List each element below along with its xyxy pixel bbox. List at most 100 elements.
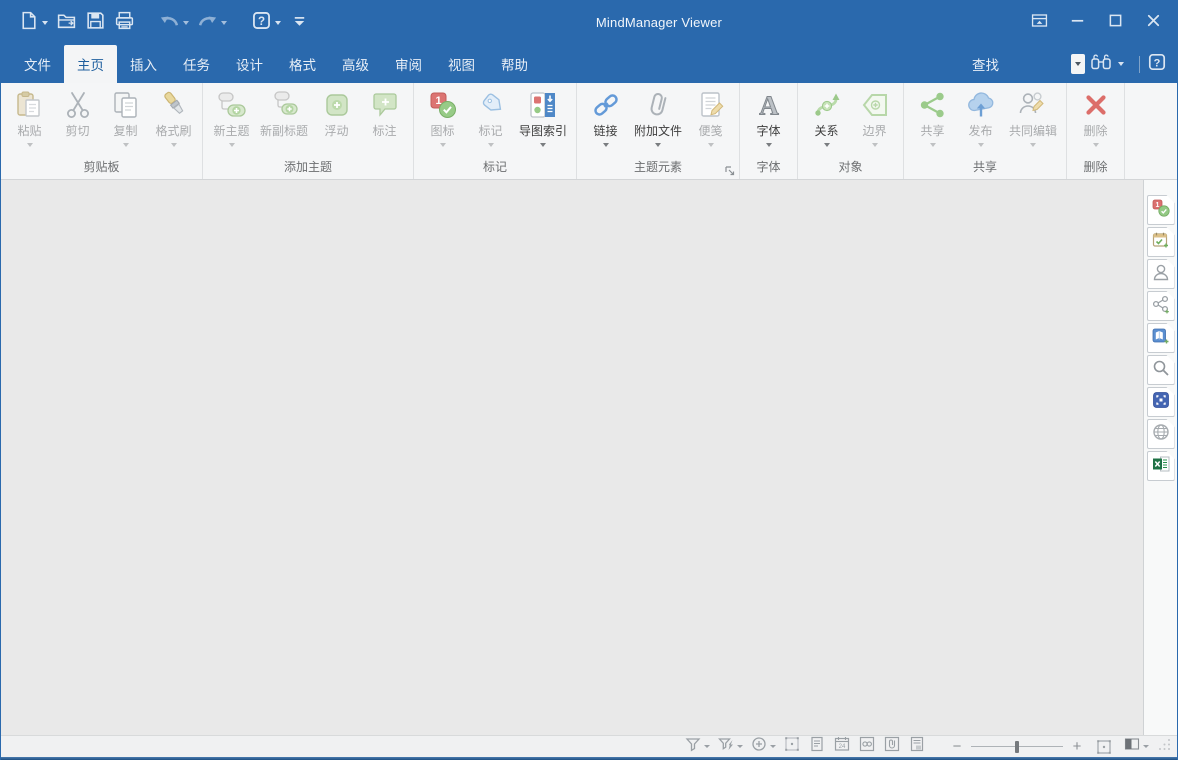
task-info-pane[interactable] [1147, 227, 1175, 257]
zoom-slider-thumb[interactable] [1015, 741, 1019, 753]
markers-group-label: 标记 [419, 158, 571, 179]
quick-add-button[interactable] [750, 735, 776, 758]
open-file-button[interactable] [53, 8, 80, 38]
ribbon: 粘贴剪切复制格式刷剪贴板新主题新副标题浮动标注添加主题1图标标记导图索引标记链接… [1, 83, 1177, 180]
map-index-button[interactable]: 导图索引 [515, 86, 571, 147]
new-document-button[interactable] [15, 8, 51, 38]
tab-task[interactable]: 任务 [170, 45, 223, 83]
paste-icon [14, 89, 46, 121]
status-bar: 24 − + [1, 735, 1177, 757]
boundary-button[interactable]: 边界 [851, 86, 898, 147]
font-button[interactable]: A字体 [745, 86, 792, 147]
task-dates-button[interactable]: 24 [833, 735, 851, 758]
fit-map-button[interactable] [1095, 738, 1113, 756]
icon-markers-button[interactable]: 1图标 [419, 86, 466, 147]
format-painter-button-label: 格式刷 [155, 124, 191, 139]
notes-button[interactable]: 便笺 [687, 86, 734, 147]
undo-button[interactable] [156, 8, 192, 38]
tab-review[interactable]: 审阅 [382, 45, 435, 83]
relationship-button[interactable]: 关系 [803, 86, 850, 147]
paste-button-label: 粘贴 [17, 124, 41, 139]
svg-text:24: 24 [839, 744, 846, 750]
chevron-down-icon [770, 745, 776, 748]
excel-export-pane[interactable] [1147, 451, 1175, 481]
clipboard-group-label: 剪贴板 [6, 158, 197, 179]
help-button[interactable]: ? [248, 8, 284, 38]
new-topic-button-label: 新主题 [213, 124, 249, 139]
link-button[interactable]: 链接 [582, 86, 629, 147]
ribbon-help-button[interactable]: ? [1147, 52, 1167, 77]
marker-index-pane[interactable]: 1 [1147, 195, 1175, 225]
index-pane[interactable] [1147, 323, 1175, 353]
share-button[interactable]: 共享 [909, 86, 956, 147]
zoom-out-button[interactable]: − [949, 738, 965, 755]
attachment-button[interactable]: 附加文件 [630, 86, 686, 147]
resources-pane[interactable] [1147, 259, 1175, 289]
new-subtopic-button[interactable]: 新副标题 [256, 86, 312, 139]
delete-button-label: 删除 [1084, 124, 1108, 139]
coedit-button[interactable]: 共同编辑 [1005, 86, 1061, 147]
redo-button[interactable] [194, 8, 230, 38]
format-painter-button[interactable]: 格式刷 [150, 86, 197, 147]
st-taskinfo-icon [908, 735, 926, 758]
new-topic-button[interactable]: 新主题 [208, 86, 255, 147]
resize-grip[interactable] [1157, 737, 1171, 756]
sb-search-icon [1151, 358, 1171, 383]
chevron-down-icon [42, 21, 48, 25]
publish-button[interactable]: 发布 [957, 86, 1004, 147]
pane-layout-button[interactable] [1123, 735, 1149, 758]
svg-text:A: A [759, 91, 779, 121]
save-button[interactable] [82, 8, 109, 38]
tab-help[interactable]: 帮助 [488, 45, 541, 83]
tab-insert[interactable]: 插入 [117, 45, 170, 83]
delete-group-buttons: 删除 [1072, 86, 1119, 158]
find-dropdown-button[interactable] [1071, 54, 1085, 74]
power-filter-button[interactable] [717, 735, 743, 758]
tab-design[interactable]: 设计 [223, 45, 276, 83]
relation-icon [811, 89, 843, 121]
ribbon-tabs: 文件主页插入任务设计格式高级审阅视图帮助 [11, 45, 541, 83]
callout-button[interactable]: 标注 [361, 86, 408, 139]
floating-topic-button[interactable]: 浮动 [313, 86, 360, 139]
tab-file[interactable]: 文件 [11, 45, 64, 83]
delete-button[interactable]: 删除 [1072, 86, 1119, 147]
attachments-button[interactable] [883, 735, 901, 758]
cut-button[interactable]: 剪切 [54, 86, 101, 139]
maximize-button[interactable] [1103, 11, 1127, 35]
sb-present-icon [1151, 390, 1171, 415]
divider [1139, 56, 1140, 73]
note-icon [695, 89, 727, 121]
map-parts-pane[interactable] [1147, 291, 1175, 321]
task-info-button[interactable] [908, 735, 926, 758]
tab-home[interactable]: 主页 [64, 45, 117, 83]
tab-advanced[interactable]: 高级 [329, 45, 382, 83]
zoom-controls: − + [949, 735, 1171, 758]
map-canvas[interactable] [1, 180, 1143, 735]
search-binoculars-button[interactable] [1090, 52, 1124, 77]
collapse-ribbon-button[interactable] [1027, 11, 1051, 35]
select-marquee-button[interactable] [783, 735, 801, 758]
svg-text:?: ? [1154, 57, 1161, 69]
filter-button[interactable] [684, 735, 710, 758]
topic-notes-button[interactable] [808, 735, 826, 758]
tab-view[interactable]: 视图 [435, 45, 488, 83]
zoom-slider[interactable] [971, 740, 1063, 754]
find-label[interactable]: 查找 [972, 54, 999, 74]
search-pane[interactable] [1147, 355, 1175, 385]
objects-group-buttons: 关系边界 [803, 86, 898, 158]
zoom-in-button[interactable]: + [1069, 738, 1085, 755]
web-pane[interactable] [1147, 419, 1175, 449]
hyperlinks-button[interactable] [858, 735, 876, 758]
dialog-launcher-icon[interactable] [724, 164, 736, 176]
minimize-button[interactable] [1065, 11, 1089, 35]
print-button[interactable] [111, 8, 138, 38]
tab-format[interactable]: 格式 [276, 45, 329, 83]
copy-button[interactable]: 复制 [102, 86, 149, 147]
coedit-button-label: 共同编辑 [1009, 124, 1057, 139]
tags-button[interactable]: 标记 [467, 86, 514, 147]
close-button[interactable] [1141, 11, 1165, 35]
paste-button[interactable]: 粘贴 [6, 86, 53, 147]
tabbar-right-tools: 查找 ? [972, 45, 1177, 83]
presentation-pane[interactable] [1147, 387, 1175, 417]
share-group-buttons: 共享发布共同编辑 [909, 86, 1061, 158]
